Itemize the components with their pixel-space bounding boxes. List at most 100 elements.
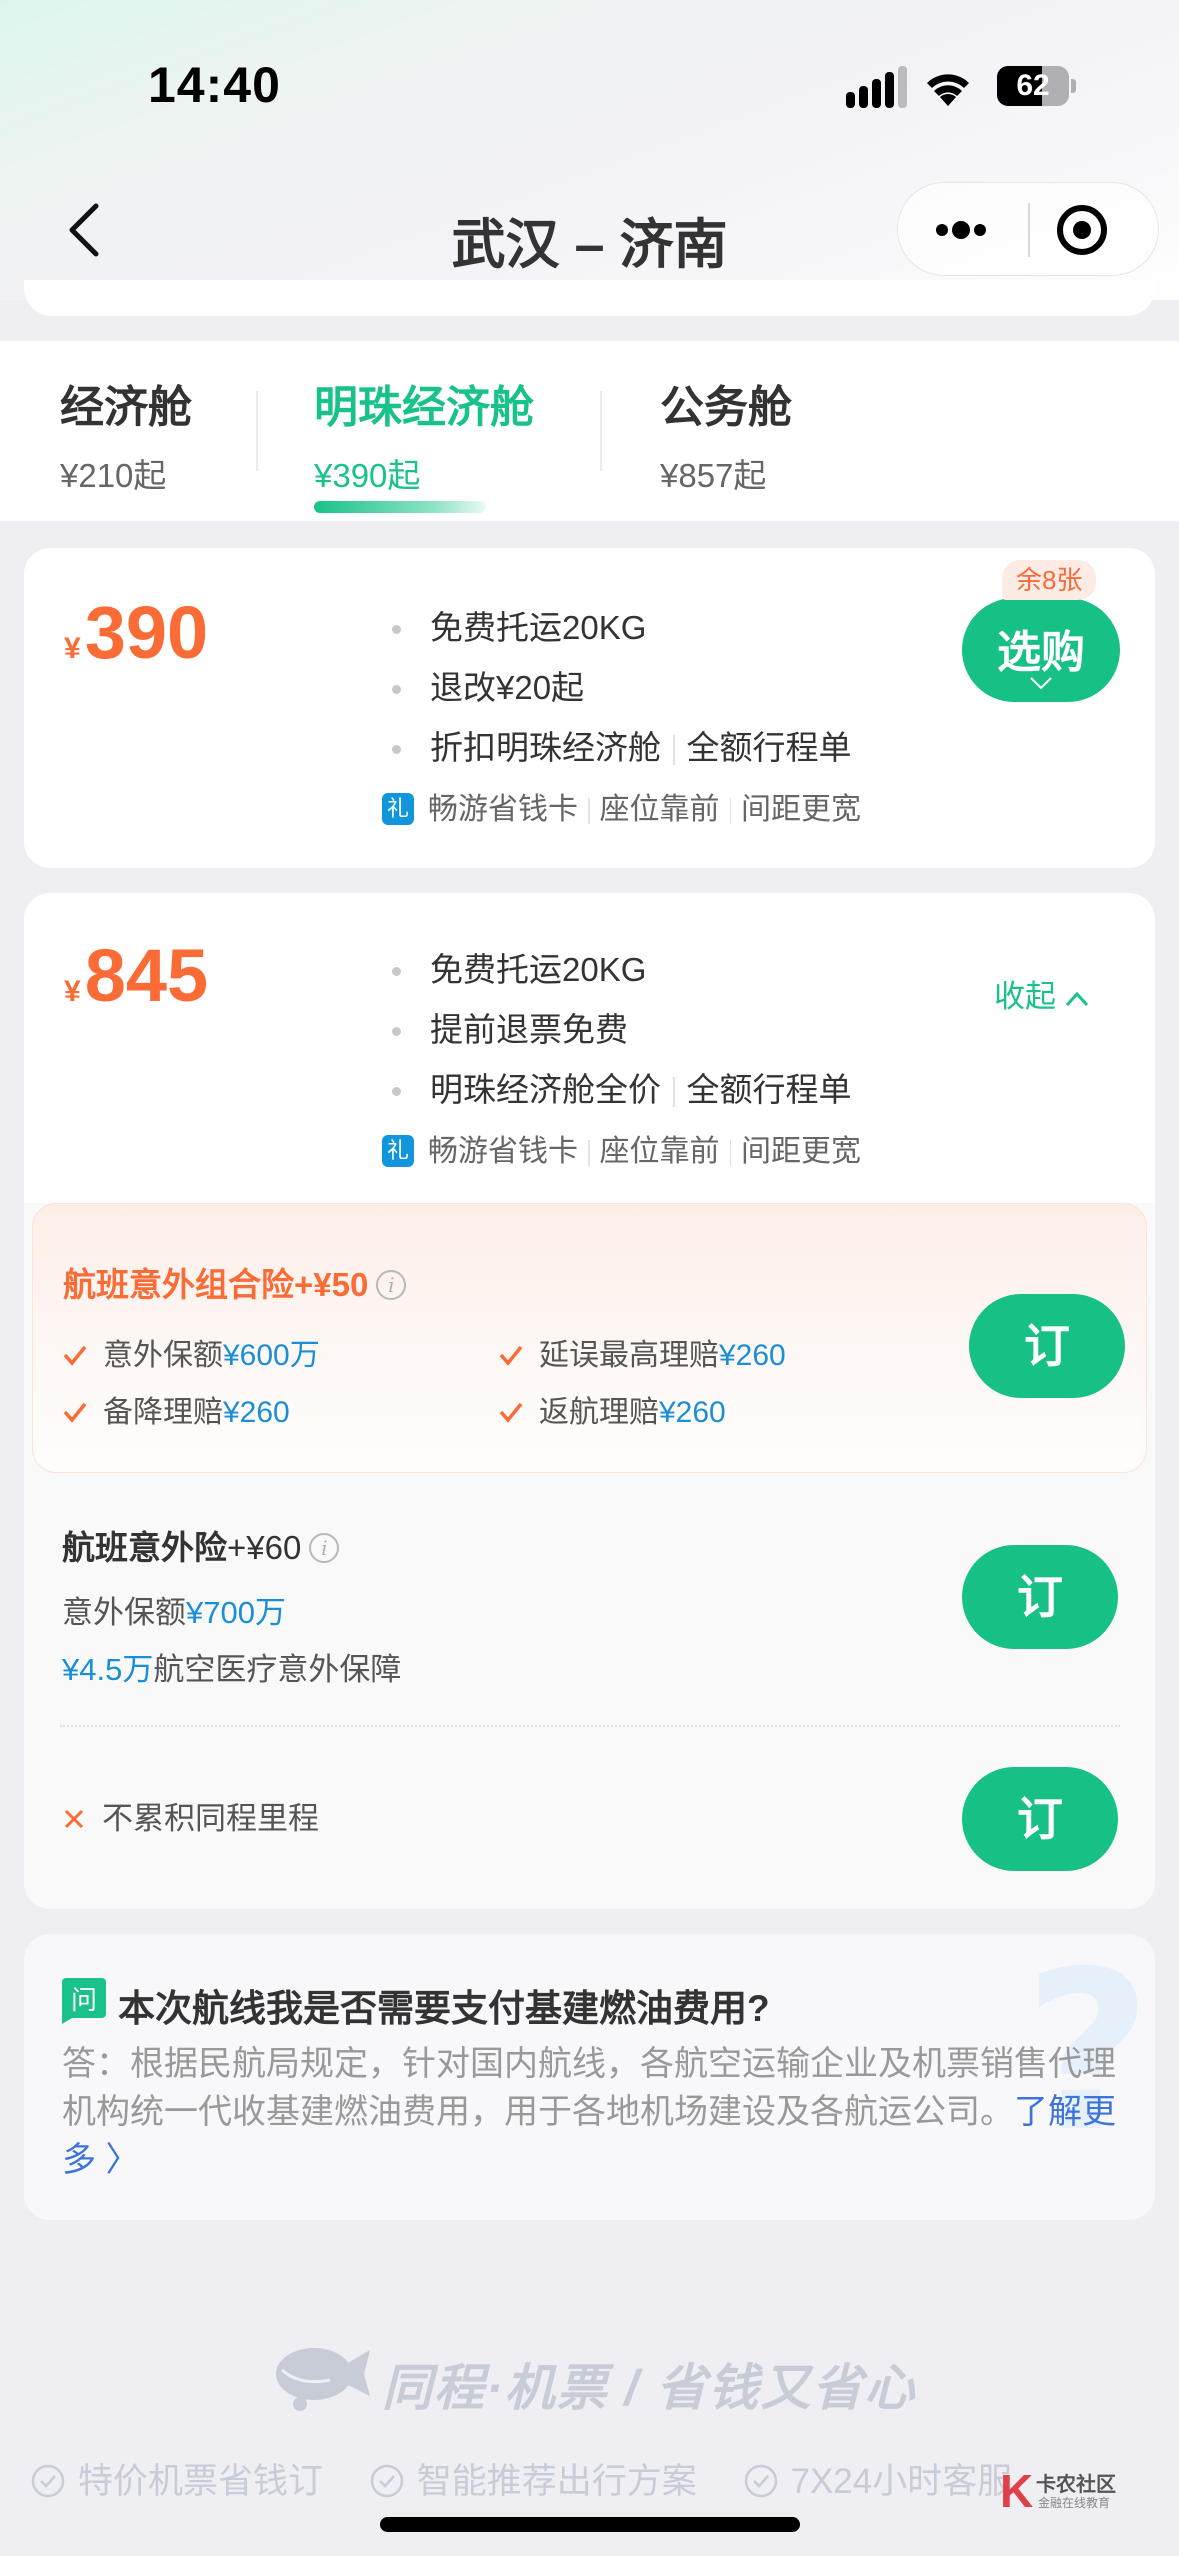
insurance-medical: ¥4.5万航空医疗意外保障: [62, 1644, 401, 1689]
close-mini-program-button[interactable]: [1030, 183, 1160, 277]
chevron-up-icon: [1065, 991, 1089, 1006]
brand-slogan: 同程·机票 / 省钱又省心: [382, 2360, 917, 2416]
item-value: ¥600万: [223, 1339, 320, 1372]
status-bar: 14:40 62: [0, 0, 1179, 170]
gift-icon: 礼: [382, 793, 414, 826]
perk: 畅游省钱卡: [428, 793, 578, 826]
tab-name: 明珠经济舱: [314, 383, 534, 432]
no-miles-note: 不累积同程里程: [62, 1793, 319, 1838]
currency-symbol: ¥: [64, 632, 81, 665]
currency-symbol: ¥: [64, 975, 81, 1008]
tab-price: ¥390起: [314, 457, 421, 494]
feature-text: 全额行程单: [686, 729, 852, 766]
item-value: ¥260: [223, 1396, 290, 1429]
more-button[interactable]: [898, 183, 1028, 277]
perk: 间距更宽: [741, 1135, 861, 1168]
insurance-item: 备降理赔¥260: [63, 1387, 290, 1431]
fare-card: ¥390 免费托运20KG 退改¥20起 折扣明珠经济舱 全额行程单 礼畅游省钱卡…: [24, 548, 1155, 868]
chevron-down-icon: [1030, 677, 1052, 690]
cellular-signal-icon: [846, 66, 907, 108]
fare-price: ¥390: [64, 590, 208, 675]
feature-baggage: 免费托运20KG: [392, 598, 852, 658]
watermark-title: 卡农社区: [1036, 2474, 1116, 2496]
book-combo-insurance-button[interactable]: 订: [969, 1294, 1125, 1398]
fare-features: 免费托运20KG 提前退票免费 明珠经济舱全价 全额行程单: [392, 940, 852, 1120]
tab-business[interactable]: 公务舱 ¥857起: [660, 371, 792, 497]
separator: [729, 798, 731, 825]
watermark: K 卡农社区 金融在线教育: [998, 2466, 1118, 2516]
perk: 座位靠前: [599, 793, 720, 826]
price-value: 390: [84, 591, 209, 674]
separator: [588, 1140, 590, 1167]
select-fare-button[interactable]: 选购: [962, 598, 1120, 702]
book-basic-insurance-button[interactable]: 订: [962, 1545, 1118, 1649]
separator: [588, 798, 590, 825]
more-dots-icon: [936, 221, 986, 239]
check-icon: [63, 1345, 87, 1366]
item-value: ¥260: [659, 1396, 726, 1429]
insurance-title-text: 航班意外组合险+¥50: [63, 1266, 369, 1303]
wifi-icon: [927, 74, 969, 106]
fare-card-expanded: ¥845 免费托运20KG 提前退票免费 明珠经济舱全价 全额行程单 礼畅游省钱卡…: [24, 893, 1155, 1909]
separator: [673, 1077, 675, 1108]
coverage-label: 意外保额: [62, 1595, 186, 1630]
footer-feature: 特价机票省钱订: [30, 2453, 323, 2504]
tab-pearl-economy[interactable]: 明珠经济舱 ¥390起: [314, 371, 534, 497]
home-indicator[interactable]: [380, 2517, 800, 2532]
item-label: 备降理赔: [103, 1396, 223, 1429]
x-icon: [64, 1809, 84, 1828]
battery-indicator: 62: [997, 66, 1077, 106]
tab-divider: [256, 391, 258, 471]
remaining-seats-badge: 余8张: [1002, 560, 1097, 600]
mini-program-capsule: [897, 182, 1159, 276]
feature-discount: 折扣明珠经济舱 全额行程单: [392, 718, 852, 778]
target-circle-icon: [1057, 205, 1107, 255]
tab-price: ¥210起: [60, 457, 167, 494]
faq-answer-text: 答：根据民航局规定，针对国内航线，各航空运输企业及机票销售代理机构统一代收基建燃…: [62, 2045, 1116, 2131]
footer-feature-text: 智能推荐出行方案: [416, 2462, 697, 2501]
footer-feature-text: 特价机票省钱订: [78, 2462, 324, 2501]
fare-features: 免费托运20KG 退改¥20起 折扣明珠经济舱 全额行程单: [392, 598, 852, 778]
footer-brand: 同程·机票 / 省钱又省心: [270, 2342, 914, 2416]
check-icon: [499, 1402, 523, 1423]
price-value: 845: [84, 934, 209, 1017]
check-icon: [63, 1402, 87, 1423]
insurance-price: +¥60: [227, 1529, 302, 1566]
fare-summary: ¥845 免费托运20KG 提前退票免费 明珠经济舱全价 全额行程单 礼畅游省钱卡…: [24, 893, 1155, 1203]
insurance-title: 航班意外险+¥60 i: [62, 1521, 340, 1569]
select-label: 选购: [997, 628, 1085, 677]
cabin-tabs: 经济舱 ¥210起 明珠经济舱 ¥390起 公务舱 ¥857起: [0, 341, 1179, 521]
tab-economy[interactable]: 经济舱 ¥210起: [60, 371, 192, 497]
info-icon[interactable]: i: [309, 1533, 340, 1564]
separator: [729, 1140, 731, 1167]
battery-level: 62: [1016, 69, 1050, 102]
feature-text: 明珠经济舱全价: [430, 1071, 661, 1108]
feature-text: 折扣明珠经济舱: [430, 729, 661, 766]
perk: 座位靠前: [599, 1135, 720, 1168]
insurance-title-text: 航班意外险: [62, 1529, 227, 1566]
insurance-item: 意外保额¥600万: [63, 1330, 320, 1374]
info-icon[interactable]: i: [376, 1270, 407, 1301]
collapse-button[interactable]: 收起: [994, 971, 1090, 1016]
perk: 间距更宽: [741, 793, 861, 826]
book-no-insurance-button[interactable]: 订: [962, 1767, 1118, 1871]
collapse-label: 收起: [994, 979, 1056, 1014]
battery-cap: [1071, 79, 1076, 93]
tongcheng-mascot-icon: [276, 2348, 370, 2411]
divider: [60, 1725, 1120, 1727]
feature-baggage: 免费托运20KG: [392, 940, 852, 1000]
nav-bar: 武汉 – 济南: [0, 180, 1179, 280]
feature-refund: 提前退票免费: [392, 1000, 852, 1060]
insurance-coverage: 意外保额¥700万: [62, 1587, 286, 1632]
battery-body: 62: [997, 66, 1069, 106]
faq-answer: 答：根据民航局规定，针对国内航线，各航空运输企业及机票销售代理机构统一代收基建燃…: [62, 2040, 1122, 2184]
fare-perks: 礼畅游省钱卡 座位靠前 间距更宽: [382, 1127, 861, 1177]
insurance-item: 返航理赔¥260: [499, 1387, 726, 1431]
fare-perks: 礼畅游省钱卡 座位靠前 间距更宽: [382, 785, 861, 835]
gift-icon: 礼: [382, 1135, 414, 1168]
watermark-logo-icon: K: [1000, 2465, 1034, 2517]
check-icon: [499, 1345, 523, 1366]
footer-feature: 智能推荐出行方案: [369, 2453, 697, 2504]
tab-divider: [600, 391, 602, 471]
feature-refund: 退改¥20起: [392, 658, 852, 718]
